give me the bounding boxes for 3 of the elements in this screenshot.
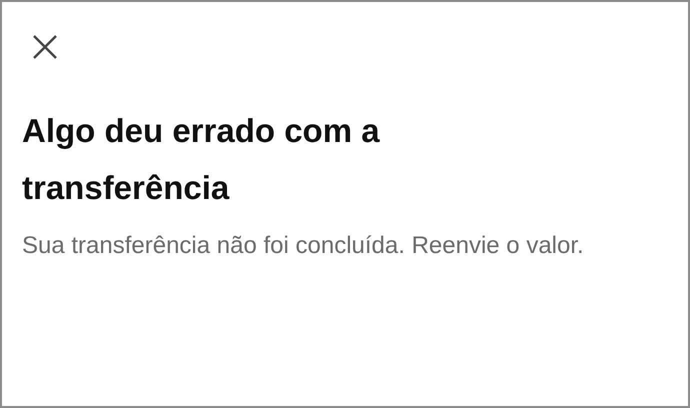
dialog-message: Sua transferência não foi concluída. Reenvie o valor. (22, 231, 585, 261)
dialog-title: Algo deu errado com a transferência (22, 111, 381, 208)
close-icon (33, 35, 57, 59)
